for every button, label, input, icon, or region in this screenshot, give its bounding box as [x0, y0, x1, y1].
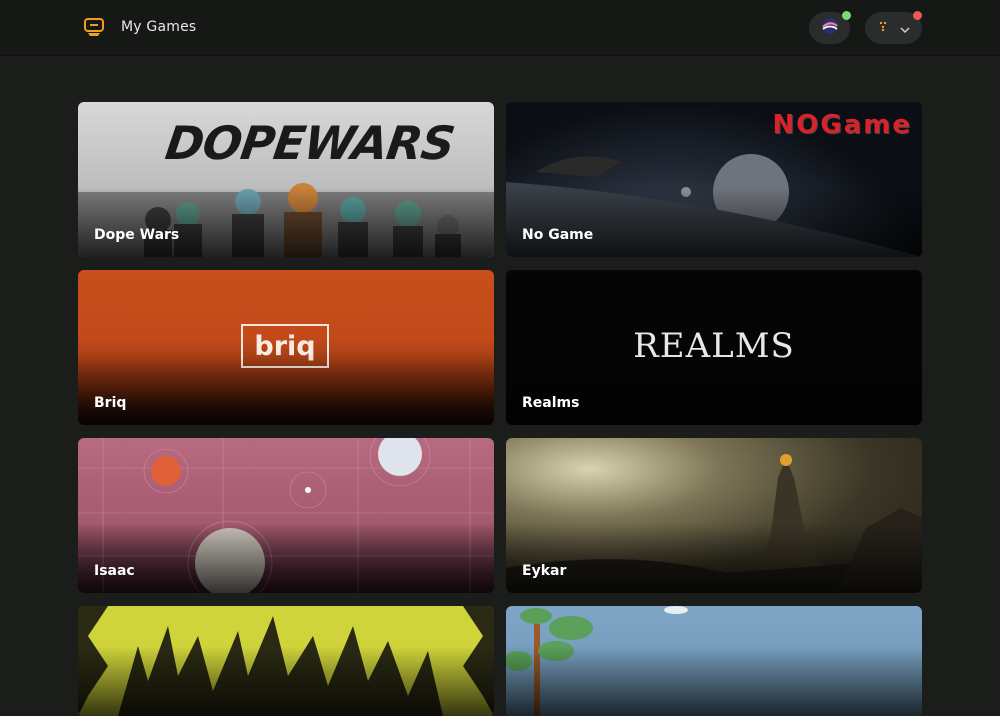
- top-bar: My Games: [0, 0, 1000, 56]
- game-card-isaac[interactable]: Isaac: [78, 438, 494, 593]
- card-shade: [78, 187, 494, 257]
- card-shade: [506, 646, 922, 716]
- game-title: Briq: [94, 395, 127, 411]
- card-shade: [78, 646, 494, 716]
- game-logo: DOPEWARS: [162, 116, 458, 170]
- card-shade: [506, 355, 922, 425]
- game-title: Isaac: [94, 563, 135, 579]
- game-card-dope-wars[interactable]: DOPEWARS Dope Wars: [78, 102, 494, 257]
- card-shade: [506, 523, 922, 593]
- wallet-icon: [878, 19, 890, 38]
- chevron-down-icon: [899, 19, 910, 38]
- card-shade: [506, 187, 922, 257]
- card-shade: [78, 355, 494, 425]
- card-shade: [78, 523, 494, 593]
- page-title: My Games: [121, 19, 197, 35]
- game-card[interactable]: [78, 606, 494, 716]
- brand[interactable]: My Games: [83, 16, 196, 38]
- game-logo: NOGame: [772, 110, 912, 140]
- game-card-no-game[interactable]: NOGame No Game: [506, 102, 922, 257]
- game-card-briq[interactable]: briq Briq: [78, 270, 494, 425]
- account-status-dot: [913, 11, 922, 20]
- game-title: Eykar: [522, 563, 567, 579]
- game-card-realms[interactable]: REALMS Realms: [506, 270, 922, 425]
- game-title: No Game: [522, 227, 594, 243]
- game-card-eykar[interactable]: Eykar: [506, 438, 922, 593]
- game-title: Realms: [522, 395, 580, 411]
- game-card[interactable]: [506, 606, 922, 716]
- starknet-icon: [821, 17, 839, 39]
- network-status-dot: [842, 11, 851, 20]
- game-title: Dope Wars: [94, 227, 180, 243]
- controller-icon: [83, 16, 105, 38]
